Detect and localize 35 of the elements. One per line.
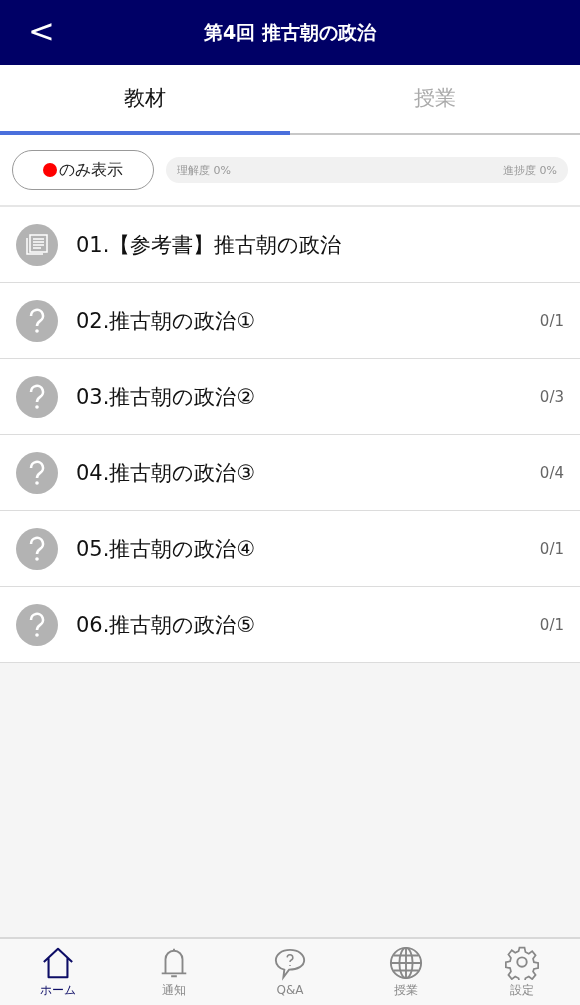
dot-icon [43,163,57,177]
globe-icon [389,945,423,980]
nav-tab[interactable]: 通知 [116,939,232,1005]
score-count: 0/1 [539,539,564,558]
speech-bubble-icon [273,947,307,981]
document-icon [16,223,58,266]
question-icon [16,375,58,418]
score-count: 0/3 [539,387,564,406]
score-count: 0/4 [539,463,564,482]
item-title: 01.【参考書】推古朝の政治 [76,231,343,259]
filter-button[interactable]: のみ表示 [12,150,154,190]
item-title: 05.推古朝の政治④ [76,535,257,563]
nav-tab[interactable]: 授業 [348,939,464,1005]
settings-icon [505,945,539,980]
item-title: 02.推古朝の政治① [76,307,257,335]
list-item[interactable]: 06.推古朝の政治⑤ 0/1 [0,587,580,663]
item-title: 04.推古朝の政治③ [76,459,257,487]
item-title: 06.推古朝の政治⑤ [76,611,257,639]
question-icon [16,299,58,342]
item-title: 03.推古朝の政治② [76,383,257,411]
list-item[interactable]: 04.推古朝の政治③ 0/4 [0,435,580,511]
screen-title: 第4回 推古朝の政治 [204,19,376,45]
score-count: 0/1 [539,615,564,634]
home-icon [41,945,75,980]
nav-tab[interactable]: ホーム [0,939,116,1005]
score-count: 0/1 [539,311,564,330]
back-button[interactable]: < [28,12,55,50]
list-item[interactable]: 02.推古朝の政治① 0/1 [0,283,580,359]
question-icon [16,603,58,646]
question-icon [16,451,58,494]
list-item[interactable]: 05.推古朝の政治④ 0/1 [0,511,580,587]
list-item[interactable]: 03.推古朝の政治② 0/3 [0,359,580,435]
list-item[interactable]: 01.【参考書】推古朝の政治 [0,207,580,283]
nav-tab[interactable]: 設定 [464,939,580,1005]
question-icon [16,527,58,570]
